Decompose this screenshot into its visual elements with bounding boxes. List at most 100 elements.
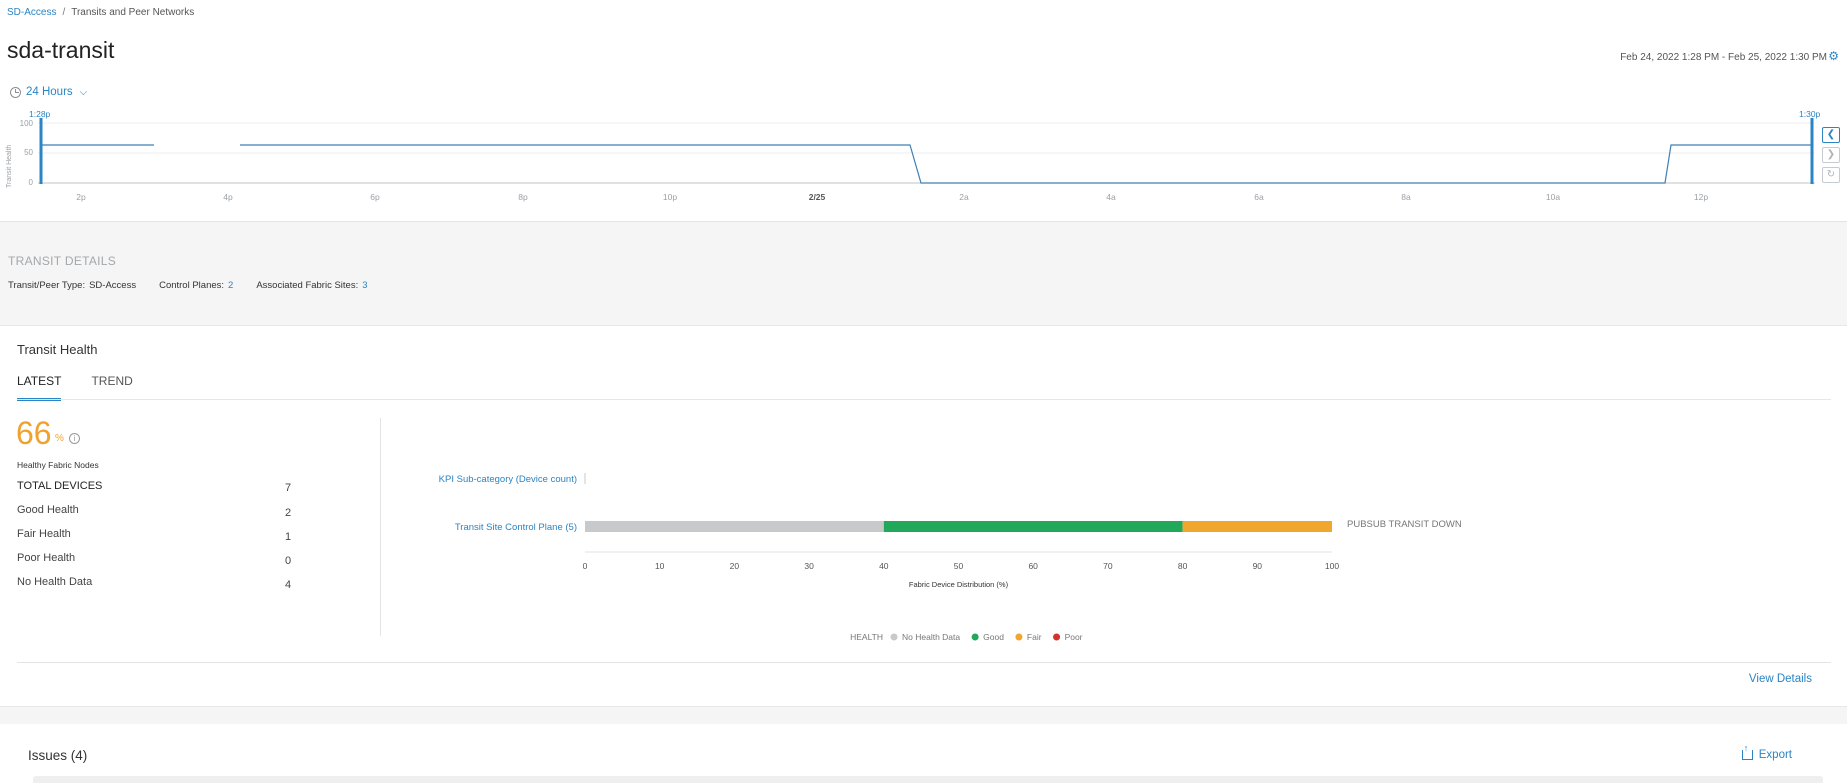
time-range-dropdown[interactable]: 24 Hours ⌵ — [10, 86, 87, 98]
stat-fair-health-value: 1 — [285, 531, 292, 543]
timeline-x-tick: 10p — [663, 192, 677, 202]
legend-label: Fair — [1027, 632, 1042, 642]
transit-health-title: Transit Health — [17, 342, 98, 357]
timeline-health-chart[interactable]: Transit Health 100 50 0 1:28p 1:30p 2p 4… — [0, 108, 1847, 218]
timeline-y-tick: 50 — [24, 148, 33, 157]
timeline-refresh-button[interactable]: ↻ — [1822, 167, 1840, 183]
fabric-sites: Associated Fabric Sites: 3 — [256, 280, 367, 291]
timeline-end-marker: 1:30p — [1799, 109, 1821, 119]
chevron-down-icon: ⌵ — [79, 86, 88, 98]
timeline-x-tick: 10a — [1546, 192, 1560, 202]
kpi-chart-svg: KPI Sub-category (Device count) Transit S… — [439, 473, 1462, 642]
export-icon — [1741, 743, 1753, 760]
timeline-x-tick: 6a — [1254, 192, 1264, 202]
kpi-x-tick: 80 — [1178, 561, 1188, 571]
kpi-x-label: Fabric Device Distribution (%) — [909, 580, 1009, 589]
breadcrumb-current: Transits and Peer Networks — [71, 7, 195, 18]
timeline-x-tick: 8p — [518, 192, 528, 202]
legend-swatch — [971, 633, 979, 641]
stat-total-devices-value: 7 — [285, 482, 292, 494]
fabric-sites-label: Associated Fabric Sites: — [256, 280, 359, 291]
breadcrumb: SD-Access / Transits and Peer Networks — [7, 7, 194, 18]
transit-details-panel — [0, 221, 1847, 326]
section-separator — [0, 706, 1847, 724]
kpi-distribution-chart: KPI Sub-category (Device count) Transit S… — [380, 460, 1480, 660]
timeline-x-tick: 6p — [370, 192, 380, 202]
legend-label: Good — [983, 632, 1004, 642]
kpi-bar-segment — [883, 521, 1183, 532]
view-details-link[interactable]: View Details — [1749, 673, 1812, 685]
stat-good-health-label: Good Health — [17, 504, 79, 516]
kpi-bar-segment — [585, 521, 884, 532]
control-planes-link[interactable]: 2 — [228, 280, 233, 291]
timeline-x-tick: 12p — [1694, 192, 1708, 202]
kpi-category-header: KPI Sub-category (Device count) — [439, 474, 577, 485]
tab-trend[interactable]: TREND — [91, 374, 132, 401]
timeline-next-button[interactable]: ❯ — [1822, 147, 1840, 163]
legend-title: HEALTH — [850, 632, 883, 642]
kpi-x-tick: 50 — [954, 561, 964, 571]
tab-latest[interactable]: LATEST — [17, 374, 62, 401]
issues-table-header — [33, 776, 1823, 783]
legend-swatch — [890, 633, 898, 641]
fabric-sites-link[interactable]: 3 — [362, 280, 367, 291]
legend-label: Poor — [1065, 632, 1083, 642]
timeline-x-tick: 2/25 — [809, 192, 826, 202]
page-title: sda-transit — [7, 37, 115, 63]
kpi-x-tick: 0 — [583, 561, 588, 571]
tabs-divider — [17, 399, 1831, 400]
stat-poor-health-value: 0 — [285, 555, 292, 567]
transit-type: Transit/Peer Type: SD-Access — [8, 280, 136, 291]
kpi-x-tick: 90 — [1253, 561, 1263, 571]
transit-details-row: Transit/Peer Type: SD-Access Control Plan… — [8, 280, 368, 291]
health-percent: 66 — [16, 415, 52, 451]
kpi-x-tick: 60 — [1028, 561, 1038, 571]
stat-no-health-data-label: No Health Data — [17, 576, 93, 588]
control-planes: Control Planes: 2 — [159, 280, 233, 291]
transit-details-title: TRANSIT DETAILS — [8, 254, 117, 268]
gear-icon[interactable]: ⚙ — [1828, 49, 1839, 63]
control-planes-label: Control Planes: — [159, 280, 225, 291]
kpi-x-tick: 40 — [879, 561, 889, 571]
stat-fair-health-label: Fair Health — [17, 528, 71, 540]
timeline-x-tick: 2p — [76, 192, 86, 202]
timeline-prev-button[interactable]: ❮ — [1822, 127, 1840, 143]
export-button[interactable]: Export — [1741, 743, 1792, 761]
timeline-svg: Transit Health 100 50 0 1:28p 1:30p 2p 4… — [6, 109, 1821, 202]
timeline-x-tick: 8a — [1401, 192, 1411, 202]
card-divider — [17, 662, 1831, 663]
stat-poor-health-label: Poor Health — [17, 552, 76, 564]
transit-type-label: Transit/Peer Type: — [8, 280, 86, 291]
health-tabs: LATEST TREND — [17, 374, 133, 401]
transit-type-value: SD-Access — [89, 280, 137, 291]
stat-no-health-data-value: 4 — [285, 579, 292, 591]
kpi-x-tick: 100 — [1325, 561, 1339, 571]
percent-sign: % — [55, 433, 64, 444]
timeline-x-tick: 2a — [959, 192, 969, 202]
kpi-bar-segment — [1182, 521, 1332, 532]
timeline-y-tick: 100 — [20, 119, 34, 128]
export-label: Export — [1758, 749, 1792, 761]
timeline-series-segment — [240, 144, 1812, 184]
legend-label: No Health Data — [902, 632, 960, 642]
breadcrumb-root-link[interactable]: SD-Access — [7, 7, 56, 18]
kpi-x-tick: 30 — [804, 561, 814, 571]
legend-swatch — [1053, 633, 1061, 641]
timeline-start-marker: 1:28p — [29, 109, 51, 119]
legend-swatch — [1015, 633, 1023, 641]
timeline-x-tick: 4p — [223, 192, 233, 202]
stat-good-health-value: 2 — [285, 507, 292, 519]
time-range-dropdown-label: 24 Hours — [26, 86, 73, 98]
issues-title: Issues (4) — [28, 748, 88, 763]
breadcrumb-separator: / — [62, 7, 66, 18]
timeline-y-label: Transit Health — [6, 145, 13, 188]
time-range-label: Feb 24, 2022 1:28 PM - Feb 25, 2022 1:30… — [1620, 52, 1827, 63]
clock-icon — [10, 86, 21, 98]
kpi-x-tick: 70 — [1103, 561, 1113, 571]
kpi-x-tick: 10 — [655, 561, 665, 571]
kpi-category-label: Transit Site Control Plane (5) — [455, 522, 577, 533]
info-icon[interactable]: i — [69, 433, 80, 444]
timeline-x-tick: 4a — [1106, 192, 1116, 202]
healthy-fabric-nodes-label: Healthy Fabric Nodes — [17, 460, 99, 470]
kpi-x-tick: 20 — [730, 561, 740, 571]
